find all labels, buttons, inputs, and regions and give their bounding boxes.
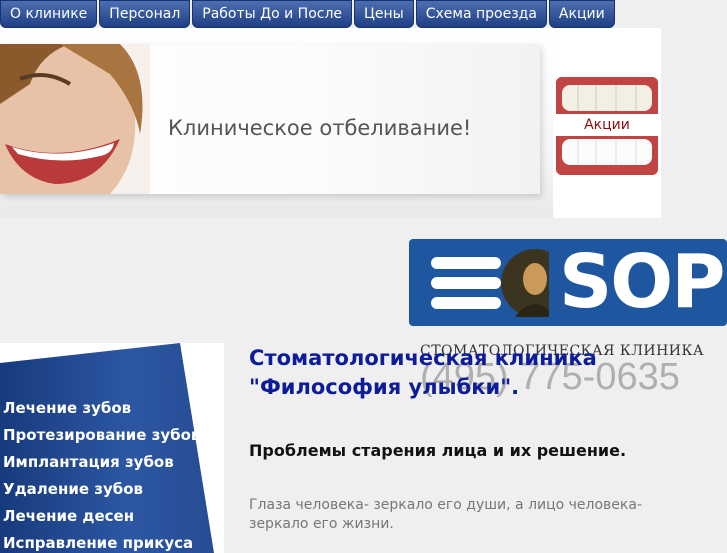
banner-panel: Клиническое отбеливание! [0, 44, 540, 194]
nav-item-about[interactable]: О клинике [0, 0, 98, 28]
sidebar-item-treatment[interactable]: Лечение зубов [3, 399, 197, 417]
top-nav: О клинике Персонал Работы До и После Цен… [0, 0, 615, 28]
sidebar-item-implants[interactable]: Имплантация зубов [3, 453, 197, 471]
sidebar-item-bite[interactable]: Исправление прикуса [3, 534, 197, 552]
sidebar: Лечение зубов Протезирование зубов Импла… [0, 343, 224, 553]
sidebar-item-gums[interactable]: Лечение десен [3, 507, 197, 525]
nav-item-directions[interactable]: Схема проезда [415, 0, 547, 28]
smiling-woman-image [0, 44, 150, 194]
article-quote: Глаза человека- зеркало его души, а лицо… [249, 497, 643, 532]
promo-teeth-image[interactable]: Акции [556, 77, 658, 175]
sidebar-item-extraction[interactable]: Удаление зубов [3, 480, 197, 498]
page-title: Стоматологическая клиника "Философия улы… [249, 344, 679, 402]
logo-s-mark-icon [431, 249, 549, 317]
clinic-logo[interactable]: SOPHI [409, 239, 727, 326]
whitening-banner[interactable]: Клиническое отбеливание! [0, 28, 553, 218]
nav-item-prices[interactable]: Цены [354, 0, 414, 28]
logo-wordmark: SOPHI [559, 239, 727, 325]
banner-headline: Клиническое отбеливание! [168, 116, 472, 140]
sidebar-item-prosthetics[interactable]: Протезирование зубов [3, 426, 197, 444]
nav-item-staff[interactable]: Персонал [99, 0, 191, 28]
nav-item-before-after[interactable]: Работы До и После [192, 0, 353, 28]
promo-panel: Акции [553, 28, 661, 218]
nav-item-promotions[interactable]: Акции [548, 0, 615, 28]
article-heading: Проблемы старения лица и их решение. [249, 441, 627, 460]
page-title-line1: Стоматологическая клиника [249, 346, 597, 370]
promo-label: Акции [556, 114, 658, 136]
page-title-line2: "Философия улыбки". [249, 375, 520, 399]
